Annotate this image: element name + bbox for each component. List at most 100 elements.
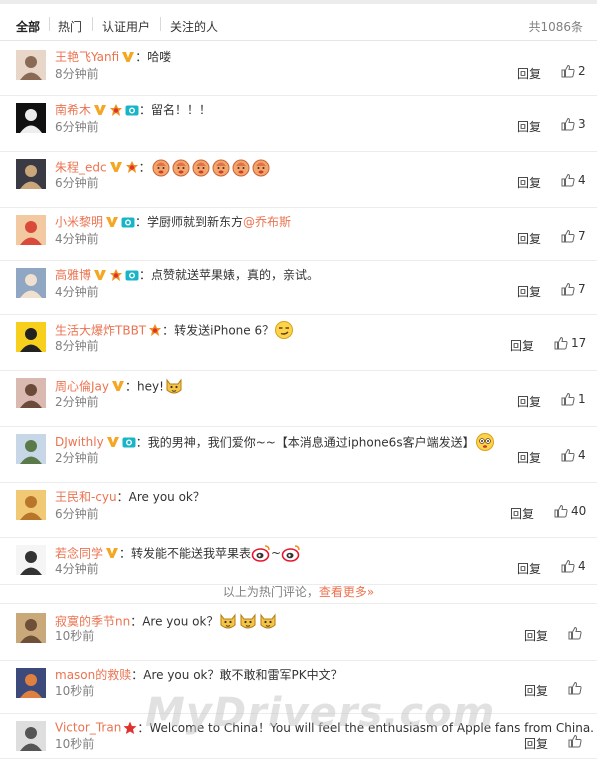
- comment-item: 南希木 ：留名！！！ 6分钟前 回复 3: [0, 95, 597, 152]
- tab-hot[interactable]: 热门: [58, 18, 82, 35]
- mention-link[interactable]: @乔布斯: [243, 215, 291, 229]
- avatar[interactable]: [16, 545, 46, 575]
- comment-text: ：点赞就送苹果婊，真的，亲试。: [139, 268, 320, 282]
- comment-line: mason的救赎：Are you ok？敢不敢和雷军PK中文？: [55, 666, 343, 688]
- comment-text: ：hey!: [125, 379, 164, 394]
- like-button[interactable]: 7: [561, 229, 586, 243]
- comment-username[interactable]: 朱程_edc: [55, 161, 107, 175]
- like-count: 7: [578, 282, 586, 296]
- reply-button[interactable]: 回复: [517, 560, 541, 577]
- comment-username[interactable]: 高雅博: [55, 268, 91, 282]
- comment-username[interactable]: 王艳飞Yanfi: [55, 50, 119, 64]
- comment-username[interactable]: 王民和-cyu: [55, 490, 117, 504]
- thumbs-up-icon: [561, 282, 575, 296]
- thumbs-up-icon: [568, 626, 582, 640]
- like-button[interactable]: 4: [561, 448, 586, 462]
- hot-comments-footer: 以上为热门评论，查看更多»: [0, 583, 597, 604]
- avatar[interactable]: [16, 668, 46, 698]
- reply-button[interactable]: 回复: [517, 65, 541, 82]
- camera-badge-icon: [122, 435, 136, 449]
- like-button[interactable]: [568, 734, 585, 748]
- avatar[interactable]: [16, 322, 46, 352]
- tab-divider: [92, 17, 93, 31]
- reply-button[interactable]: 回复: [510, 505, 534, 522]
- avatar[interactable]: [16, 159, 46, 189]
- comment-item: 小米黎明 ：学厨师就到新东方@乔布斯 4分钟前 回复 7: [0, 207, 597, 261]
- comment-username[interactable]: 周心倫Jay: [55, 380, 109, 394]
- comment-username[interactable]: 南希木: [55, 103, 91, 117]
- thumbs-up-icon: [561, 448, 575, 462]
- comment-username[interactable]: mason的救赎: [55, 668, 131, 682]
- like-count: 1: [578, 392, 586, 406]
- reply-button[interactable]: 回复: [524, 735, 548, 752]
- like-count: 4: [578, 173, 586, 187]
- comment-text: ：Are you ok？: [116, 490, 205, 504]
- reply-button[interactable]: 回复: [524, 682, 548, 699]
- comment-item: mason的救赎：Are you ok？敢不敢和雷军PK中文？ 10秒前 回复: [0, 660, 597, 714]
- like-button[interactable]: 4: [561, 173, 586, 187]
- like-button[interactable]: 40: [554, 504, 586, 518]
- like-button[interactable]: 17: [554, 336, 586, 350]
- like-button[interactable]: 4: [561, 559, 586, 573]
- comment-time: 10秒前: [55, 629, 95, 643]
- comment-username[interactable]: Victor_Tran: [55, 721, 121, 735]
- thumbs-up-icon: [561, 64, 575, 78]
- baby-emoji-icon: [151, 157, 171, 177]
- avatar[interactable]: [16, 721, 46, 751]
- reply-button[interactable]: 回复: [517, 230, 541, 247]
- shy-emoji-icon: [475, 432, 495, 452]
- tab-verified[interactable]: 认证用户: [102, 18, 150, 35]
- avatar[interactable]: [16, 378, 46, 408]
- like-button[interactable]: [568, 626, 585, 640]
- like-button[interactable]: [568, 681, 585, 695]
- tab-all[interactable]: 全部: [16, 18, 40, 35]
- comment-time: 4分钟前: [55, 232, 99, 246]
- comment-username[interactable]: 若念同学: [55, 547, 103, 561]
- doge-emoji-icon: [164, 376, 184, 396]
- like-button[interactable]: 2: [561, 64, 586, 78]
- comment-text: ：转发送iPhone 6？: [162, 323, 275, 338]
- baby-emoji-icon: [231, 157, 251, 177]
- like-button[interactable]: 1: [561, 392, 586, 406]
- reply-button[interactable]: 回复: [510, 337, 534, 354]
- avatar[interactable]: [16, 268, 46, 298]
- reply-button[interactable]: 回复: [524, 627, 548, 644]
- avatar[interactable]: [16, 490, 46, 520]
- verified-v-icon: [111, 379, 125, 393]
- comment-item: 寂寞的季节nn：Are you ok？ 10秒前 回复: [0, 605, 597, 661]
- avatar[interactable]: [16, 103, 46, 133]
- avatar[interactable]: [16, 215, 46, 245]
- comment-text: ：哈喽: [135, 50, 172, 64]
- reply-button[interactable]: 回复: [517, 283, 541, 300]
- comment-username[interactable]: DJwithly: [55, 435, 104, 449]
- comment-text: ：Are you ok？敢不敢和雷军PK中文？: [131, 668, 343, 682]
- doge-emoji-icon: [238, 611, 258, 631]
- comment-text: ：Are you ok？: [130, 614, 219, 629]
- comment-username[interactable]: 小米黎明: [55, 215, 103, 229]
- verified-v-icon: [106, 435, 120, 449]
- comment-item: 生活大爆炸TBBT ：转发送iPhone 6？ 8分钟前 回复 17: [0, 314, 597, 371]
- reply-button[interactable]: 回复: [517, 118, 541, 135]
- avatar[interactable]: [16, 434, 46, 464]
- tab-following[interactable]: 关注的人: [170, 18, 218, 35]
- comment-time: 8分钟前: [55, 339, 99, 353]
- like-button[interactable]: 7: [561, 282, 586, 296]
- like-button[interactable]: 3: [561, 117, 586, 131]
- view-more-link[interactable]: 查看更多»: [319, 585, 374, 599]
- thumbs-up-icon: [568, 734, 582, 748]
- baby-emoji-icon: [171, 157, 191, 177]
- comment-time: 2分钟前: [55, 451, 99, 465]
- reply-button[interactable]: 回复: [517, 449, 541, 466]
- comment-item: 王民和-cyu：Are you ok？ 6分钟前 回复 40: [0, 482, 597, 538]
- reply-button[interactable]: 回复: [517, 393, 541, 410]
- avatar[interactable]: [16, 613, 46, 643]
- avatar[interactable]: [16, 50, 46, 80]
- comment-username[interactable]: 生活大爆炸TBBT: [55, 324, 146, 338]
- like-count: 3: [578, 117, 586, 131]
- star-badge-icon: [123, 721, 137, 735]
- verified-v-icon: [93, 268, 107, 282]
- comment-time: 2分钟前: [55, 395, 99, 409]
- comment-text: ：留名！！！: [139, 103, 212, 117]
- like-count: 4: [578, 448, 586, 462]
- reply-button[interactable]: 回复: [517, 174, 541, 191]
